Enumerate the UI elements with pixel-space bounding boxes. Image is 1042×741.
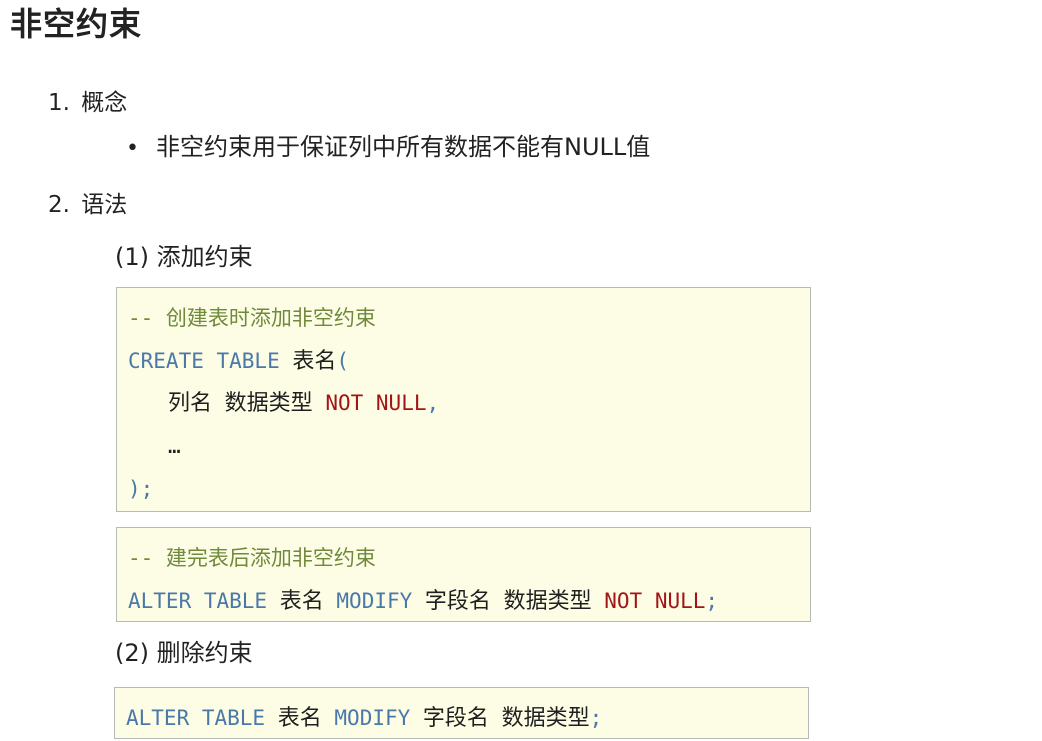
code-alter-line: ALTER TABLE 表名 MODIFY 字段名 数据类型 NOT NULL; <box>128 589 719 614</box>
code-block-alter-drop: ALTER TABLE 表名 MODIFY 字段名 数据类型; <box>114 687 809 739</box>
code-block-create-table: -- 创建表时添加非空约束 CREATE TABLE 表名( 列名 数据类型 N… <box>116 287 811 512</box>
code-ellipsis-line: … <box>168 434 181 458</box>
subsection-label: 添加约束 <box>156 243 253 271</box>
concept-bullet-item: • 非空约束用于保证列中所有数据不能有NULL值 <box>126 131 650 163</box>
subsection-add-heading: (1) 添加约束 <box>115 241 253 273</box>
code-alter-line: ALTER TABLE 表名 MODIFY 字段名 数据类型; <box>126 706 603 731</box>
subsection-drop-heading: (2) 删除约束 <box>115 637 253 669</box>
code-block-alter-add: -- 建完表后添加非空约束 ALTER TABLE 表名 MODIFY 字段名 … <box>116 527 811 622</box>
code-close-line: ); <box>128 477 154 501</box>
section-syntax-heading: 2. 语法 <box>48 190 127 220</box>
subsection-label: 删除约束 <box>156 639 253 667</box>
code-create-line: CREATE TABLE 表名( <box>128 349 350 374</box>
code-comment-line: -- 建完表后添加非空约束 <box>128 546 376 570</box>
code-comment-line: -- 创建表时添加非空约束 <box>128 306 376 330</box>
subsection-number: (2) <box>115 639 149 667</box>
section-number: 1. <box>48 90 70 116</box>
code-column-line: 列名 数据类型 NOT NULL, <box>168 391 440 416</box>
subsection-number: (1) <box>115 243 149 271</box>
bullet-dot-icon: • <box>126 136 139 161</box>
page-title: 非空约束 <box>10 5 143 43</box>
section-number: 2. <box>48 192 70 218</box>
section-concept-heading: 1. 概念 <box>48 88 127 118</box>
section-label: 概念 <box>81 90 128 116</box>
concept-bullet-text: 非空约束用于保证列中所有数据不能有NULL值 <box>156 133 651 161</box>
section-label: 语法 <box>81 192 128 218</box>
